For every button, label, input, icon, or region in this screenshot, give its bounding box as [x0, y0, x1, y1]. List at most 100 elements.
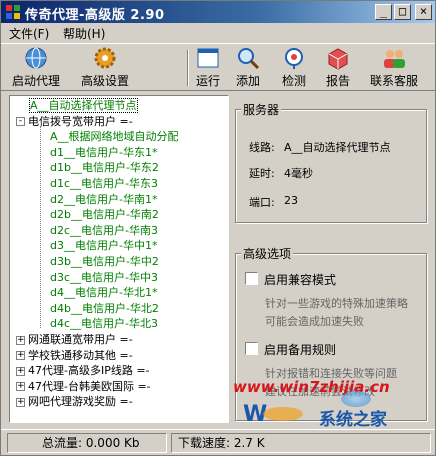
tree-leaf-node[interactable]: d1b__电信用户-华东2: [50, 160, 159, 175]
tree-node-label: d3c__电信用户-华中3: [50, 270, 158, 284]
detect-label: 检测: [281, 74, 306, 88]
tree-node-label: d4b__电信用户-华北2: [50, 301, 159, 315]
run-button[interactable]: 运行: [191, 46, 225, 90]
run-label: 运行: [195, 74, 220, 88]
tree-node-label: A__根据网络地域自动分配: [50, 130, 179, 144]
line-label: 线路:: [249, 141, 275, 154]
download-speed-text: 下载速度: 2.7 K: [178, 436, 265, 450]
detect-icon: [285, 48, 303, 69]
tree-node-label: 学校铁通移动其他 =-: [28, 348, 133, 362]
backup-rules-checkbox[interactable]: [245, 342, 258, 355]
tree-leaf-node[interactable]: d4c__电信用户-华北3: [50, 316, 158, 331]
collapse-icon[interactable]: -: [16, 117, 25, 127]
tree-group-node[interactable]: + 学校铁通移动其他 =-: [16, 348, 133, 363]
app-icon: [6, 5, 20, 19]
expand-icon[interactable]: +: [16, 382, 25, 392]
port-value: 23: [284, 194, 298, 207]
app-window: 传奇代理-高级版 2.90 _ □ × 文件(F) 帮助(H) 启动代理 高级设…: [0, 0, 436, 456]
expand-icon[interactable]: +: [16, 335, 25, 345]
add-label: 添加: [235, 74, 260, 88]
watermark-logo: W: [243, 402, 303, 425]
tree-node-label: d3__电信用户-华中1*: [50, 239, 158, 253]
tree-node-label: 网通联通宽带用户 =-: [28, 333, 133, 346]
port-label: 端口:: [249, 196, 275, 209]
line-value: A__自动选择代理节点: [284, 141, 391, 154]
expand-icon[interactable]: +: [16, 397, 25, 407]
tree-node-label: d2__电信用户-华南1*: [50, 192, 158, 206]
menu-help[interactable]: 帮助(H): [63, 25, 105, 42]
delay-label: 延时:: [249, 167, 275, 180]
compat-mode-checkbox[interactable]: [245, 272, 258, 285]
window-title: 传奇代理-高级版 2.90: [25, 8, 165, 23]
tree-leaf-node[interactable]: d1c__电信用户-华东3: [50, 176, 158, 191]
tree-node-label: d4c__电信用户-华北3: [50, 317, 158, 331]
expand-icon[interactable]: +: [16, 366, 25, 376]
start-proxy-label: 启动代理: [11, 74, 60, 88]
tree-group-node[interactable]: + 网通联通宽带用户 =-: [16, 332, 133, 347]
title-bar[interactable]: 传奇代理-高级版 2.90 _ □ ×: [1, 1, 435, 23]
magnifier-icon: [238, 48, 260, 70]
detect-button[interactable]: 检测: [277, 46, 311, 90]
users-icon: [384, 50, 405, 68]
tree-leaf-node[interactable]: d2__电信用户-华南1*: [50, 192, 157, 207]
tree-leaf-node[interactable]: d3b__电信用户-华中2: [50, 254, 159, 269]
tree-node-label: d2c__电信用户-华南3: [50, 223, 158, 237]
backup-rules-label[interactable]: 启用备用规则: [264, 341, 336, 358]
proxy-tree[interactable]: A__自动选择代理节点 - 电信拨号宽带用户 =- A__根据网络地域自动分配 d1__…: [9, 95, 229, 423]
tree-leaf-node[interactable]: d3__电信用户-华中1*: [50, 238, 157, 253]
tree-leaf-node[interactable]: d2c__电信用户-华南3: [50, 223, 158, 238]
gear-icon: [94, 47, 116, 69]
tree-group-node[interactable]: +47代理-高级多IP线路 =-: [16, 363, 150, 378]
tree-leaf-node[interactable]: A__根据网络地域自动分配: [50, 129, 179, 144]
compat-desc-line1: 针对一些游戏的特殊加速策略: [265, 297, 408, 310]
maximize-button[interactable]: □: [394, 4, 411, 20]
contact-support-label: 联系客服: [369, 74, 418, 88]
tree-node-label: d4__电信用户-华北1*: [50, 286, 158, 300]
advanced-settings-label: 高级设置: [80, 74, 129, 88]
window-icon: [197, 48, 219, 68]
compat-mode-label[interactable]: 启用兼容模式: [264, 271, 336, 288]
tree-leaf-node[interactable]: d3c__电信用户-华中3: [50, 270, 158, 285]
tree-leaf-node[interactable]: d1__电信用户-华东1*: [50, 145, 157, 160]
advanced-options-title: 高级选项: [241, 245, 294, 262]
tree-node-label: 电信拨号宽带用户 =-: [28, 114, 133, 128]
delay-value: 4毫秒: [284, 167, 313, 180]
tree-group-node[interactable]: +47代理-台韩美欧国际 =-: [16, 379, 151, 394]
tree-node-label: A__自动选择代理节点: [29, 98, 138, 113]
tree-node-label: d1b__电信用户-华东2: [50, 161, 159, 175]
tree-node-label: 网吧代理游戏奖励 =-: [28, 395, 133, 409]
add-button[interactable]: 添加: [231, 46, 265, 90]
tree-connector-line: [40, 125, 41, 329]
tree-node-label: d1c__电信用户-华东3: [50, 177, 158, 190]
start-proxy-button[interactable]: 启动代理: [7, 46, 65, 90]
toolbar: 启动代理 高级设置 运行 添加 检测 报告 联系客服: [1, 43, 435, 91]
tree-leaf-node[interactable]: d2b__电信用户-华南2: [50, 207, 159, 222]
tree-node-label: 47代理-台韩美欧国际 =-: [28, 379, 151, 393]
watermark-brand: 系统之家: [319, 410, 387, 430]
total-traffic-text: 总流量: 0.000 Kb: [42, 436, 140, 450]
tree-root-leaf[interactable]: A__自动选择代理节点: [29, 98, 138, 113]
status-bar: 总流量: 0.000 Kb 下载速度: 2.7 K: [1, 429, 435, 455]
tree-group-node[interactable]: - 电信拨号宽带用户 =-: [16, 114, 133, 129]
contact-support-button[interactable]: 联系客服: [365, 46, 423, 90]
tree-node-label: d3b__电信用户-华中2: [50, 255, 159, 268]
tree-leaf-node[interactable]: d4__电信用户-华北1*: [50, 285, 157, 300]
report-label: 报告: [325, 74, 350, 88]
expand-icon[interactable]: +: [16, 351, 25, 361]
report-button[interactable]: 报告: [321, 46, 355, 90]
download-speed-cell: 下载速度: 2.7 K: [171, 433, 431, 453]
minimize-button[interactable]: _: [375, 4, 392, 20]
tree-node-label: 47代理-高级多IP线路 =-: [28, 364, 150, 378]
toolbar-separator: [187, 50, 189, 86]
close-button[interactable]: ×: [415, 4, 432, 20]
total-traffic-cell: 总流量: 0.000 Kb: [7, 433, 167, 453]
menu-bar: 文件(F) 帮助(H): [1, 23, 435, 42]
menu-file[interactable]: 文件(F): [9, 25, 49, 42]
compat-desc-line2: 可能会造成加速失败: [265, 315, 364, 328]
tree-group-node[interactable]: + 网吧代理游戏奖励 =-: [16, 394, 133, 409]
globe-icon: [25, 47, 47, 69]
advanced-settings-button[interactable]: 高级设置: [75, 46, 135, 90]
tree-leaf-node[interactable]: d4b__电信用户-华北2: [50, 301, 159, 316]
tree-node-label: d2b__电信用户-华南2: [50, 208, 159, 222]
tree-node-label: d1__电信用户-华东1*: [50, 145, 158, 159]
